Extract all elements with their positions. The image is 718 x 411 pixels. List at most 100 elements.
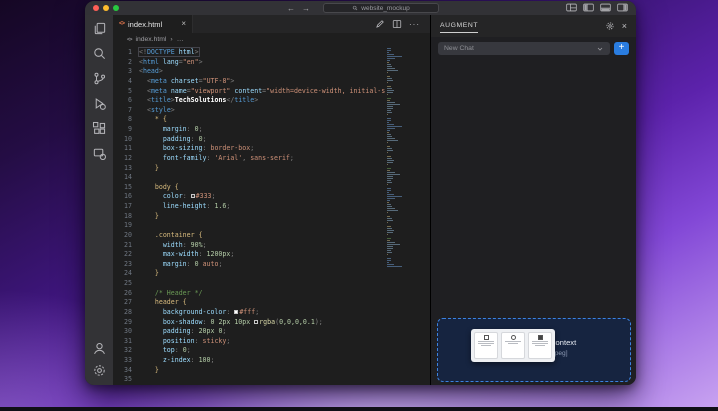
minimap-line <box>387 62 389 63</box>
minimap-line <box>387 246 393 247</box>
zoom-window-button[interactable] <box>113 5 119 11</box>
code-line[interactable]: /* Header */ <box>139 289 430 299</box>
breadcrumb[interactable]: <> index.html › … <box>113 33 430 46</box>
code-line[interactable]: } <box>139 269 430 279</box>
run-debug-icon[interactable] <box>92 96 107 111</box>
code-line[interactable]: box-shadow: 0 2px 10px rgba(0,0,0,0.1); <box>139 318 430 328</box>
line-number: 2 <box>113 58 132 68</box>
extensions-icon[interactable] <box>92 121 107 136</box>
tab-close-icon[interactable]: × <box>181 20 186 28</box>
code-line[interactable]: z-index: 100; <box>139 356 430 366</box>
code-line[interactable]: } <box>139 366 430 376</box>
minimap-line <box>387 118 391 119</box>
source-control-icon[interactable] <box>92 71 107 86</box>
editor-actions: ··· <box>375 15 430 33</box>
remote-explorer-icon[interactable] <box>92 146 107 161</box>
code-line[interactable] <box>139 375 430 385</box>
line-number: 10 <box>113 135 132 145</box>
minimap-line <box>387 226 391 227</box>
minimap-line <box>387 196 402 197</box>
account-icon[interactable] <box>92 341 107 356</box>
command-center-search[interactable]: website_mockup <box>323 3 439 13</box>
code-line[interactable] <box>139 279 430 289</box>
minimap-line <box>387 68 395 69</box>
breadcrumb-file[interactable]: index.html <box>135 36 166 43</box>
line-number: 14 <box>113 173 132 183</box>
explorer-icon[interactable] <box>92 21 107 36</box>
line-number: 24 <box>113 269 132 279</box>
line-number: 23 <box>113 260 132 270</box>
line-number: 34 <box>113 366 132 376</box>
code-editor[interactable]: 1234567891011121314151617181920212223242… <box>113 46 430 385</box>
minimap-line <box>387 266 402 267</box>
line-number: 3 <box>113 67 132 77</box>
toggle-panel-icon[interactable] <box>600 3 611 12</box>
minimap-line <box>387 170 390 171</box>
activity-bar-bottom <box>92 341 107 378</box>
code-line[interactable]: position: sticky; <box>139 337 430 347</box>
minimap-line <box>387 112 392 113</box>
title-bar[interactable]: ← → website_mockup <box>85 1 636 15</box>
dragged-file-card <box>528 332 552 359</box>
close-window-button[interactable] <box>93 5 99 11</box>
minimap-line <box>387 60 390 61</box>
minimize-window-button[interactable] <box>103 5 109 11</box>
split-editor-icon[interactable] <box>392 19 402 29</box>
minimap-line <box>387 148 392 149</box>
attach-context-dropzone[interactable]: Drop to attach as context [website_mocku… <box>437 318 631 382</box>
tab-bar: <> index.html × ··· <box>113 15 430 33</box>
augment-header-actions: × <box>605 21 627 31</box>
breadcrumb-more[interactable]: … <box>177 36 184 43</box>
line-number: 13 <box>113 164 132 174</box>
close-panel-icon[interactable]: × <box>622 22 627 31</box>
toggle-left-sidebar-icon[interactable] <box>583 3 594 12</box>
minimap-line <box>387 122 389 123</box>
minimap-line <box>387 242 395 243</box>
chat-selector-label: New Chat <box>444 45 474 52</box>
minimap-line <box>387 198 395 199</box>
minimap-line <box>387 160 394 161</box>
line-number: 9 <box>113 125 132 135</box>
minimap-line <box>387 50 391 51</box>
customize-layout-icon[interactable] <box>566 3 577 12</box>
line-number: 32 <box>113 346 132 356</box>
tab-index-html[interactable]: <> index.html × <box>113 15 193 33</box>
dragged-file-card <box>474 332 498 359</box>
line-number: 25 <box>113 279 132 289</box>
minimap-line <box>387 200 390 201</box>
line-number: 15 <box>113 183 132 193</box>
new-chat-button[interactable]: + <box>614 42 629 55</box>
minimap-line <box>387 100 390 101</box>
augment-title-tab[interactable]: AUGMENT <box>440 22 478 33</box>
toggle-right-sidebar-icon[interactable] <box>617 3 628 12</box>
minimap-line <box>387 244 400 245</box>
settings-gear-icon[interactable] <box>605 21 615 31</box>
minimap-line <box>387 90 394 91</box>
more-actions-icon[interactable]: ··· <box>409 20 420 29</box>
titlebar-layout-actions <box>566 3 628 12</box>
line-number: 27 <box>113 298 132 308</box>
minimap-line <box>387 192 389 193</box>
minimap-line <box>387 218 392 219</box>
nav-forward-icon[interactable]: → <box>302 4 310 13</box>
minimap-line <box>387 204 391 205</box>
minimap-line <box>387 182 392 183</box>
search-icon[interactable] <box>92 46 107 61</box>
nav-back-icon[interactable]: ← <box>287 4 295 13</box>
minimap-line <box>387 130 390 131</box>
code-line[interactable]: background-color: #fff; <box>139 308 430 318</box>
chat-selector-dropdown[interactable]: New Chat <box>438 42 610 55</box>
minimap-line <box>387 110 391 111</box>
settings-gear-icon[interactable] <box>92 363 107 378</box>
line-number: 11 <box>113 144 132 154</box>
minimap-line <box>387 72 388 73</box>
line-number: 29 <box>113 318 132 328</box>
line-number: 19 <box>113 221 132 231</box>
minimap-line <box>387 120 391 121</box>
code-line[interactable]: header { <box>139 298 430 308</box>
minimap[interactable] <box>387 48 403 268</box>
code-line[interactable]: top: 0; <box>139 346 430 356</box>
edit-pencil-icon[interactable] <box>375 19 385 29</box>
code-line[interactable]: padding: 20px 0; <box>139 327 430 337</box>
line-number: 28 <box>113 308 132 318</box>
